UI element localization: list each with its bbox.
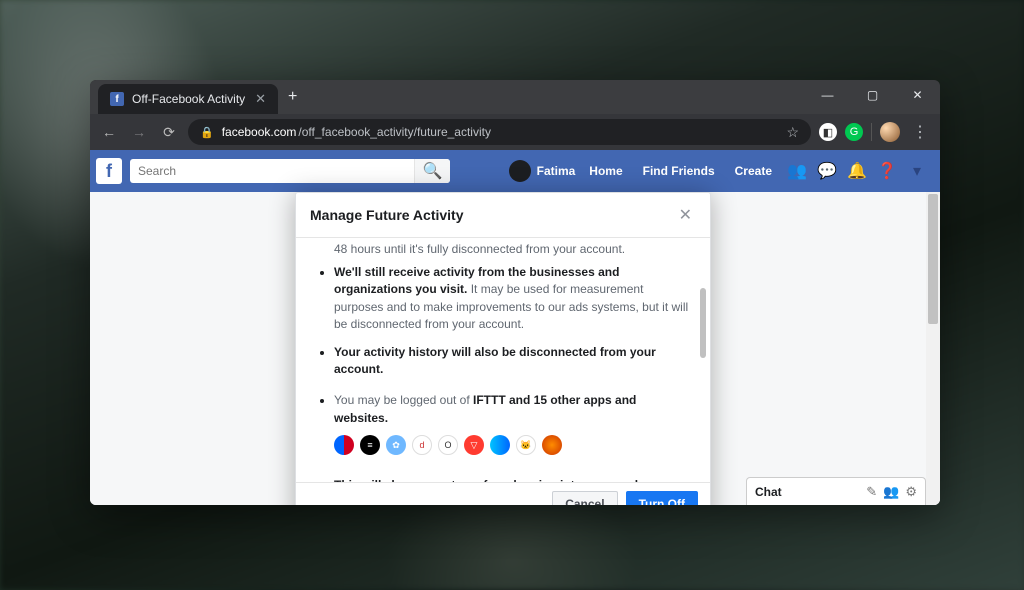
turn-off-button[interactable]: Turn Off [626, 491, 698, 505]
tab-title: Off-Facebook Activity [132, 92, 245, 106]
extension-icon-1[interactable]: ◧ [819, 123, 837, 141]
nav-back-button[interactable]: ← [98, 124, 120, 140]
modal-body[interactable]: 48 hours until it's fully disconnected f… [296, 238, 710, 482]
extension-icon-2[interactable]: G [845, 123, 863, 141]
page-content: f 🔍 Fatima Home Find Friends Create 👥 💬 … [90, 150, 940, 505]
browser-menu-button[interactable]: ⋮ [908, 122, 932, 142]
window-close-button[interactable]: ✕ [895, 80, 940, 110]
cancel-button[interactable]: Cancel [552, 491, 617, 505]
modal-title: Manage Future Activity [310, 207, 464, 223]
modal-close-button[interactable]: ✕ [675, 203, 696, 227]
notifications-icon[interactable]: 🔔 [846, 161, 868, 181]
chat-compose-icon[interactable]: ✎ [866, 484, 877, 500]
toolbar-separator [871, 123, 872, 141]
url-path: /off_facebook_activity/future_activity [298, 125, 491, 139]
account-dropdown-icon[interactable]: ▾ [906, 161, 928, 181]
friend-requests-icon[interactable]: 👥 [786, 161, 808, 181]
modal-footer: Cancel Turn Off [296, 482, 710, 505]
browser-tab-active[interactable]: f Off-Facebook Activity ✕ [98, 84, 278, 114]
fb-profile-name: Fatima [537, 164, 576, 178]
app-icon: ≡ [360, 435, 380, 455]
modal-header: Manage Future Activity ✕ [296, 193, 710, 238]
fb-logo-icon[interactable]: f [96, 158, 122, 184]
modal-bullet-3: You may be logged out of IFTTT and 15 ot… [334, 392, 690, 455]
fb-search-input[interactable] [138, 164, 414, 178]
page-scrollbar[interactable] [926, 192, 940, 505]
search-icon[interactable]: 🔍 [414, 159, 450, 183]
nav-reload-button[interactable]: ⟳ [158, 124, 180, 141]
fb-search-box[interactable]: 🔍 [130, 159, 450, 183]
lock-icon: 🔒 [200, 126, 214, 139]
app-icon: ▽ [464, 435, 484, 455]
browser-toolbar: ← → ⟳ 🔒 facebook.com /off_facebook_activ… [90, 114, 940, 150]
app-icon: d [412, 435, 432, 455]
messages-icon[interactable]: 💬 [816, 161, 838, 181]
app-icon: 🐱 [516, 435, 536, 455]
app-icon [542, 435, 562, 455]
window-minimize-button[interactable]: — [805, 80, 850, 110]
app-icon: ✿ [386, 435, 406, 455]
fb-nav-find-friends[interactable]: Find Friends [637, 164, 721, 178]
modal-scrollbar[interactable] [698, 238, 708, 482]
window-controls: — ▢ ✕ [805, 80, 940, 110]
fb-profile-link[interactable]: Fatima [509, 160, 576, 182]
modal-bullet-4: This will also prevent you from logging … [334, 477, 690, 482]
page-scroll-thumb[interactable] [928, 194, 938, 324]
tab-close-icon[interactable]: ✕ [255, 91, 266, 107]
url-host: facebook.com [222, 125, 297, 139]
modal-bullet-1: We'll still receive activity from the bu… [334, 264, 690, 334]
fb-body: Manage Future Activity ✕ 48 hours until … [90, 192, 940, 505]
profile-avatar-icon[interactable] [880, 122, 900, 142]
chat-group-icon[interactable]: 👥 [883, 484, 899, 500]
modal-scroll-thumb[interactable] [700, 288, 706, 358]
browser-titlebar: f Off-Facebook Activity ✕ + — ▢ ✕ [90, 80, 940, 114]
fb-nav-create[interactable]: Create [729, 164, 778, 178]
chat-label: Chat [755, 485, 860, 499]
app-icon [490, 435, 510, 455]
help-icon[interactable]: ❓ [876, 161, 898, 181]
fb-header: f 🔍 Fatima Home Find Friends Create 👥 💬 … [90, 150, 940, 192]
modal-bullet-2: Your activity history will also be disco… [334, 344, 690, 379]
fb-nav-home[interactable]: Home [583, 164, 628, 178]
app-icon [334, 435, 354, 455]
fb-profile-pic-icon [509, 160, 531, 182]
browser-window: f Off-Facebook Activity ✕ + — ▢ ✕ ← → ⟳ … [90, 80, 940, 505]
window-maximize-button[interactable]: ▢ [850, 80, 895, 110]
modal-fragment-top: 48 hours until it's fully disconnected f… [334, 242, 690, 256]
address-bar[interactable]: 🔒 facebook.com /off_facebook_activity/fu… [188, 119, 811, 145]
manage-future-activity-modal: Manage Future Activity ✕ 48 hours until … [295, 192, 711, 505]
chat-dock[interactable]: Chat ✎ 👥 ⚙ [746, 477, 926, 505]
app-icons-row: ≡ ✿ dO ▽ 🐱 [334, 435, 690, 455]
new-tab-button[interactable]: + [278, 88, 307, 106]
nav-forward-button[interactable]: → [128, 124, 150, 140]
chat-settings-icon[interactable]: ⚙ [905, 484, 917, 500]
bookmark-star-icon[interactable]: ☆ [786, 124, 799, 141]
fb-favicon-icon: f [110, 92, 124, 106]
app-icon: O [438, 435, 458, 455]
